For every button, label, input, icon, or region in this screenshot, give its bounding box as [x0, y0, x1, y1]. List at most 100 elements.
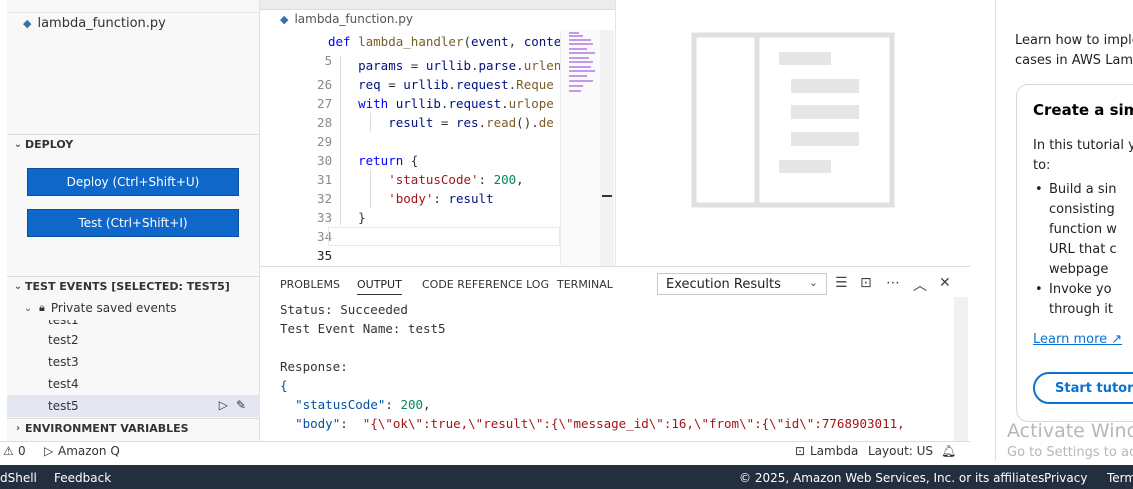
learn-more-label: Learn more	[1033, 332, 1108, 347]
error-count[interactable]: 0	[18, 444, 26, 458]
tab-terminal[interactable]: TERMINAL	[557, 278, 613, 291]
tutorial-bullet: Build a sin consisting function w URL th…	[1035, 180, 1117, 280]
feedback-link[interactable]: Feedback	[54, 471, 111, 485]
code-line: 27 req = urllib.request.Reque	[260, 75, 560, 111]
minimap-line	[569, 85, 583, 87]
indent-guide	[370, 113, 371, 132]
bullet-line: consisting	[1049, 202, 1115, 217]
chevron-down-icon: ⌄	[23, 302, 33, 314]
warning-icon[interactable]: ⚠	[3, 444, 14, 458]
indent-guide	[370, 170, 371, 208]
copyright-text: © 2025, Amazon Web Services, Inc. or its…	[739, 471, 1049, 485]
deploy-button[interactable]: Deploy (Ctrl+Shift+U)	[27, 168, 239, 196]
tab-output[interactable]: OUTPUT	[357, 278, 402, 295]
start-tutorial-button[interactable]: Start tutoria	[1033, 372, 1133, 404]
run-icon[interactable]: ▷	[219, 398, 228, 412]
bell-icon[interactable]: 🔔︎	[941, 444, 956, 458]
file-item-lambda-function[interactable]: ◆ lambda_function.py	[7, 12, 260, 34]
code-line: 33 'body': result	[260, 189, 560, 225]
code-text: def lambda_handler(event, conte	[328, 34, 562, 49]
event-item-test4[interactable]: test4	[7, 373, 260, 395]
minimap-line	[569, 52, 595, 54]
bullet-line: through it	[1049, 302, 1113, 317]
cloudshell-link[interactable]: dShell	[0, 471, 37, 485]
private-saved-events-group[interactable]: ⌄ 🔒︎ Private saved events	[7, 298, 260, 318]
chevron-right-icon: ›	[15, 423, 21, 434]
code-editor[interactable]: ◆ lambda_function.py 5 def lambda_handle…	[260, 0, 615, 283]
help-intro-line: Learn how to imple	[1015, 33, 1133, 48]
event-list: test1 test2 test3 test4 test5 ▷ ✎	[7, 320, 260, 417]
document-preview-area	[615, 0, 970, 266]
test-button[interactable]: Test (Ctrl+Shift+I)	[27, 209, 239, 237]
python-file-icon: ◆	[280, 12, 289, 26]
event-item-test2[interactable]: test2	[7, 329, 260, 351]
minimap-line	[569, 66, 591, 68]
minimap-line	[569, 61, 593, 63]
output-status: Status: Succeeded	[280, 302, 408, 317]
keyboard-layout[interactable]: Layout: US	[868, 444, 933, 458]
output-event-name: Test Event Name: test5	[280, 321, 446, 336]
output-channel-select[interactable]: Execution Results ⌄	[657, 273, 827, 295]
json-key: "statusCode"	[295, 397, 386, 412]
tutorial-title: Create a simp	[1033, 101, 1133, 119]
learn-more-link[interactable]: Learn more ↗	[1033, 332, 1122, 347]
code-text: req = urllib.request.Reque	[328, 77, 554, 92]
scroll-thumb[interactable]	[602, 195, 612, 197]
minimap-line	[569, 70, 595, 72]
minimap-line	[569, 90, 581, 92]
help-intro: Learn how to imple cases in AWS Lamb	[1015, 31, 1133, 71]
tab-problems[interactable]: PROBLEMS	[280, 278, 340, 291]
chevron-down-icon: ⌄	[13, 281, 23, 292]
chevron-down-icon: ⌄	[808, 276, 818, 289]
json-value: "{\"ok\":true,\"result\":{\"message_id\"…	[362, 416, 905, 431]
maximize-panel-icon[interactable]: ︿	[913, 275, 927, 295]
tutorial-bullet: Invoke yo through it	[1035, 280, 1113, 320]
privacy-link[interactable]: Privacy	[1044, 471, 1087, 485]
close-panel-icon[interactable]: ✕	[939, 275, 951, 291]
minimap-line	[569, 43, 593, 45]
clear-output-icon[interactable]: ☰	[835, 275, 848, 291]
code-line: 29 result = res.read().de	[260, 113, 560, 149]
test-events-section-header[interactable]: ⌄ TEST EVENTS [SELECTED: TEST5]	[7, 276, 260, 296]
private-saved-events-label: Private saved events	[50, 301, 177, 315]
divider	[995, 0, 996, 461]
event-item-test5[interactable]: test5 ▷ ✎	[7, 395, 260, 417]
lambda-status[interactable]: Lambda	[810, 444, 858, 458]
edit-pencil-icon[interactable]: ✎	[236, 398, 246, 412]
code-line: 26 params = urllib.parse.urlen	[260, 56, 562, 92]
console-footer: dShell Feedback © 2025, Amazon Web Servi…	[0, 465, 1133, 489]
code-text: with urllib.request.urlope	[358, 96, 554, 111]
editor-scrollbar[interactable]	[600, 30, 614, 266]
external-link-icon: ↗	[1111, 332, 1123, 347]
code-line: 34 }	[260, 208, 560, 244]
deploy-section-title: DEPLOY	[25, 138, 74, 151]
code-text: params = urllib.parse.urlen	[328, 58, 562, 73]
bullet-line: webpage	[1049, 262, 1109, 277]
json-value: 200	[400, 397, 424, 412]
help-panel: Learn how to imple cases in AWS Lamb Cre…	[970, 0, 1133, 461]
document-placeholder-icon	[691, 32, 895, 208]
activation-watermark: Activate Windo	[1007, 420, 1133, 442]
minimap[interactable]	[560, 30, 600, 266]
more-actions-icon[interactable]: ⋯	[886, 275, 900, 291]
output-scrollbar[interactable]	[954, 297, 968, 442]
tab-code-reference-log[interactable]: CODE REFERENCE LOG	[422, 278, 549, 291]
terms-link[interactable]: Term	[1107, 471, 1133, 485]
code-line: 28 with urllib.request.urlope	[260, 94, 560, 130]
file-name: lambda_function.py	[37, 16, 166, 31]
env-vars-section-header[interactable]: › ENVIRONMENT VARIABLES	[7, 418, 260, 438]
amazon-q-status[interactable]: Amazon Q	[58, 444, 120, 458]
lock-scroll-icon[interactable]: ⊡	[860, 275, 872, 291]
minimap-line	[569, 35, 583, 37]
code-line: 30	[260, 132, 560, 168]
bullet-line: Build a sin	[1049, 182, 1117, 197]
output-open-brace: {	[280, 376, 288, 395]
breadcrumb[interactable]: ◆ lambda_function.py	[280, 12, 413, 26]
code-text: return {	[358, 153, 419, 168]
bullet-line: URL that c	[1049, 242, 1117, 257]
tutorial-text: In this tutorial y	[1033, 138, 1133, 153]
help-intro-line: cases in AWS Lamb	[1015, 53, 1133, 68]
event-label: test5	[48, 399, 79, 413]
deploy-section-header[interactable]: ⌄ DEPLOY	[7, 134, 260, 154]
event-item-test3[interactable]: test3	[7, 351, 260, 373]
